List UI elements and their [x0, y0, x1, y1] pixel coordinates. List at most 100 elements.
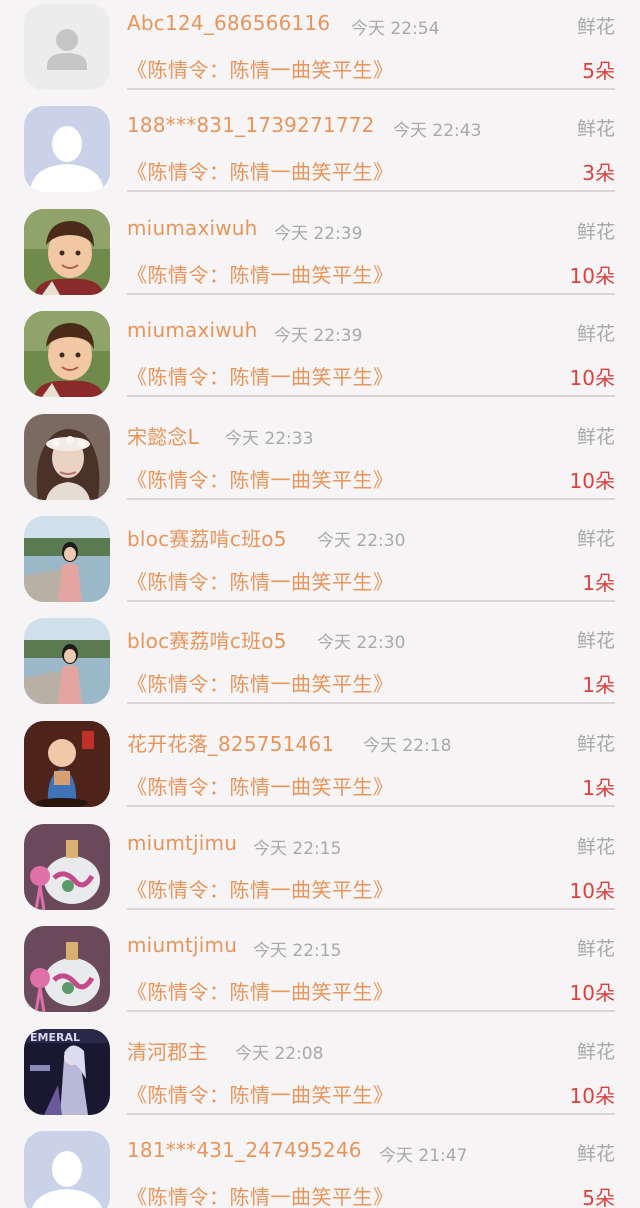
avatar[interactable] [24, 311, 110, 397]
divider [127, 88, 615, 90]
gift-type: 鲜花 [576, 426, 615, 448]
timestamp: 今天 22:15 [253, 839, 342, 859]
username[interactable]: 宋懿念L [127, 421, 199, 450]
flower-count: 10朵 [569, 264, 615, 288]
username[interactable]: 清河郡主 [127, 1036, 208, 1065]
avatar[interactable] [24, 1131, 110, 1208]
flower-count: 1朵 [582, 571, 615, 595]
list-item[interactable]: 宋懿念L 今天 22:33 鲜花 《陈情令：陈情一曲笑平生》 10朵 [0, 410, 640, 512]
divider [127, 1010, 615, 1012]
avatar[interactable] [24, 106, 110, 192]
work-title[interactable]: 《陈情令：陈情一曲笑平生》 [127, 976, 394, 1005]
flower-count: 10朵 [569, 469, 615, 493]
divider [127, 600, 615, 602]
flower-count: 10朵 [569, 879, 615, 903]
work-title[interactable]: 《陈情令：陈情一曲笑平生》 [127, 874, 394, 903]
username[interactable]: 188***831_1739271772 [127, 113, 375, 137]
username[interactable]: bloc赛荔啃c班o5 [127, 523, 287, 552]
list-item[interactable]: miumaxiwuh 今天 22:39 鲜花 《陈情令：陈情一曲笑平生》 10朵 [0, 205, 640, 307]
timestamp: 今天 22:54 [351, 19, 440, 39]
username[interactable]: miumtjimu [127, 933, 237, 957]
work-title[interactable]: 《陈情令：陈情一曲笑平生》 [127, 668, 394, 697]
gift-type: 鲜花 [576, 938, 615, 960]
gift-type: 鲜花 [576, 221, 615, 243]
flower-count: 1朵 [582, 673, 615, 697]
divider [127, 805, 615, 807]
flower-count: 5朵 [582, 59, 615, 83]
timestamp: 今天 22:33 [225, 429, 314, 449]
gift-type: 鲜花 [576, 118, 615, 140]
avatar[interactable] [24, 618, 110, 704]
username[interactable]: bloc赛荔啃c班o5 [127, 625, 287, 654]
flower-count: 3朵 [582, 161, 615, 185]
gift-type: 鲜花 [576, 836, 615, 858]
flower-count: 1朵 [582, 776, 615, 800]
gift-type: 鲜花 [576, 733, 615, 755]
work-title[interactable]: 《陈情令：陈情一曲笑平生》 [127, 156, 394, 185]
list-item[interactable]: bloc赛荔啃c班o5 今天 22:30 鲜花 《陈情令：陈情一曲笑平生》 1朵 [0, 614, 640, 716]
list-item[interactable]: miumaxiwuh 今天 22:39 鲜花 《陈情令：陈情一曲笑平生》 10朵 [0, 307, 640, 409]
list-item[interactable]: Abc124_686566116 今天 22:54 鲜花 《陈情令：陈情一曲笑平… [0, 0, 640, 102]
avatar[interactable] [24, 516, 110, 602]
list-item[interactable]: 188***831_1739271772 今天 22:43 鲜花 《陈情令：陈情… [0, 102, 640, 204]
gift-type: 鲜花 [576, 1143, 615, 1165]
monk-figurine-avatar-icon [24, 721, 110, 807]
work-title[interactable]: 《陈情令：陈情一曲笑平生》 [127, 259, 394, 288]
timestamp: 今天 22:30 [317, 531, 406, 551]
timestamp: 今天 22:30 [317, 633, 406, 653]
avatar[interactable] [24, 824, 110, 910]
avatar[interactable] [24, 414, 110, 500]
divider [127, 1113, 615, 1115]
avatar[interactable] [24, 209, 110, 295]
flower-count: 10朵 [569, 1084, 615, 1108]
gift-type: 鲜花 [576, 16, 615, 38]
gift-type: 鲜花 [576, 528, 615, 550]
girl-flower-crown-avatar-icon [24, 414, 110, 500]
list-item[interactable]: 花开花落_825751461 今天 22:18 鲜花 《陈情令：陈情一曲笑平生》… [0, 717, 640, 819]
work-title[interactable]: 《陈情令：陈情一曲笑平生》 [127, 566, 394, 595]
timestamp: 今天 22:08 [235, 1044, 324, 1064]
flower-count: 10朵 [569, 366, 615, 390]
username[interactable]: miumaxiwuh [127, 216, 258, 240]
work-title[interactable]: 《陈情令：陈情一曲笑平生》 [127, 54, 394, 83]
list-item[interactable]: 181***431_247495246 今天 21:47 鲜花 《陈情令：陈情一… [0, 1127, 640, 1208]
avatar[interactable] [24, 721, 110, 807]
divider [127, 395, 615, 397]
perfume-bottle-avatar-icon [24, 824, 110, 910]
divider [127, 293, 615, 295]
work-title[interactable]: 《陈情令：陈情一曲笑平生》 [127, 361, 394, 390]
list-item[interactable]: miumtjimu 今天 22:15 鲜花 《陈情令：陈情一曲笑平生》 10朵 [0, 922, 640, 1024]
gift-type: 鲜花 [576, 1041, 615, 1063]
username[interactable]: Abc124_686566116 [127, 11, 330, 35]
username[interactable]: miumaxiwuh [127, 318, 258, 342]
timestamp: 今天 21:47 [379, 1146, 468, 1166]
default-gray-avatar-icon [24, 4, 110, 90]
anime-character-avatar-icon: EMERAL [24, 1029, 110, 1115]
work-title[interactable]: 《陈情令：陈情一曲笑平生》 [127, 771, 394, 800]
divider [127, 908, 615, 910]
divider [127, 190, 615, 192]
list-item[interactable]: miumtjimu 今天 22:15 鲜花 《陈情令：陈情一曲笑平生》 10朵 [0, 820, 640, 922]
timestamp: 今天 22:15 [253, 941, 342, 961]
boy-photo-avatar-icon [24, 209, 110, 295]
username[interactable]: 花开花落_825751461 [127, 728, 334, 757]
flower-count: 5朵 [582, 1186, 615, 1208]
timestamp: 今天 22:39 [274, 224, 363, 244]
timestamp: 今天 22:18 [363, 736, 452, 756]
flower-gift-list: Abc124_686566116 今天 22:54 鲜花 《陈情令：陈情一曲笑平… [0, 0, 640, 1208]
username[interactable]: miumtjimu [127, 831, 237, 855]
avatar[interactable]: EMERAL [24, 1029, 110, 1115]
default-blue-avatar-icon [24, 1131, 110, 1208]
avatar[interactable] [24, 4, 110, 90]
list-item[interactable]: bloc赛荔啃c班o5 今天 22:30 鲜花 《陈情令：陈情一曲笑平生》 1朵 [0, 512, 640, 614]
girl-lakeside-avatar-icon [24, 516, 110, 602]
work-title[interactable]: 《陈情令：陈情一曲笑平生》 [127, 1181, 394, 1208]
list-item[interactable]: EMERAL 清河郡主 今天 22:08 鲜花 《陈情令：陈情一曲笑平生》 10… [0, 1025, 640, 1127]
svg-text:EMERAL: EMERAL [30, 1031, 80, 1044]
girl-lakeside-avatar-icon [24, 618, 110, 704]
username[interactable]: 181***431_247495246 [127, 1138, 362, 1162]
divider [127, 498, 615, 500]
work-title[interactable]: 《陈情令：陈情一曲笑平生》 [127, 1079, 394, 1108]
avatar[interactable] [24, 926, 110, 1012]
work-title[interactable]: 《陈情令：陈情一曲笑平生》 [127, 464, 394, 493]
